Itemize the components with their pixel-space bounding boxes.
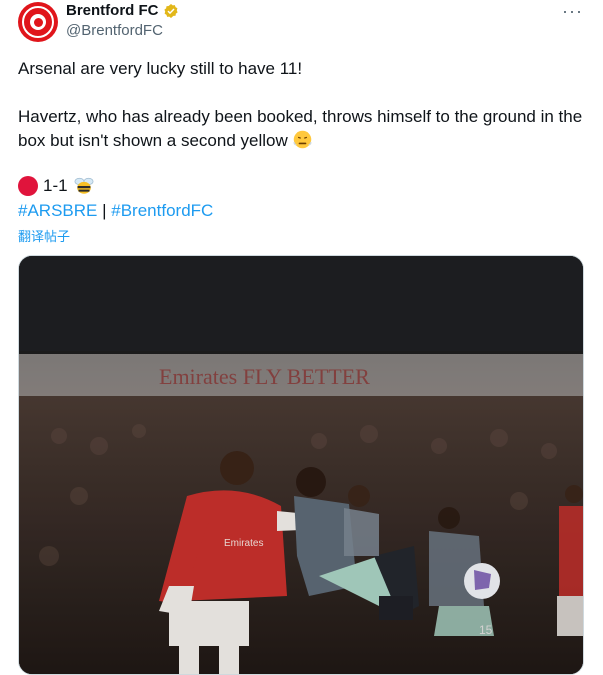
bee-emoji-icon xyxy=(74,177,94,194)
more-options-icon[interactable]: ··· xyxy=(562,1,583,22)
tweet-line-2: Havertz, who has already been booked, th… xyxy=(18,105,583,153)
tweet-line-1: Arsenal are very lucky still to have 11! xyxy=(18,59,303,78)
hashtag-arsbre[interactable]: #ARSBRE xyxy=(18,201,97,220)
translate-post-link[interactable]: 翻译帖子 xyxy=(18,226,70,245)
hashtag-brentfordfc[interactable]: #BrentfordFC xyxy=(111,201,213,220)
steaming-face-emoji-icon xyxy=(294,130,312,149)
avatar[interactable] xyxy=(18,2,58,42)
score-line: 1-1 xyxy=(18,176,95,196)
hashtags: #ARSBRE | #BrentfordFC xyxy=(18,200,213,222)
hashtag-separator: | xyxy=(102,201,107,220)
verified-badge-icon xyxy=(163,3,178,18)
red-circle-emoji-icon xyxy=(18,176,38,196)
handle[interactable]: @BrentfordFC xyxy=(66,22,163,39)
tweet-photo[interactable]: Emirates FLY BETTER Emirates 15 xyxy=(18,255,584,675)
score-text: 1-1 xyxy=(43,176,68,195)
display-name[interactable]: Brentford FC xyxy=(66,2,159,19)
tweet-text: Arsenal are very lucky still to have 11!… xyxy=(18,57,583,153)
match-photo-illustration: Emirates FLY BETTER Emirates 15 xyxy=(19,256,583,674)
account-name-row[interactable]: Brentford FC xyxy=(66,2,179,19)
brentford-crest-icon xyxy=(22,6,54,38)
